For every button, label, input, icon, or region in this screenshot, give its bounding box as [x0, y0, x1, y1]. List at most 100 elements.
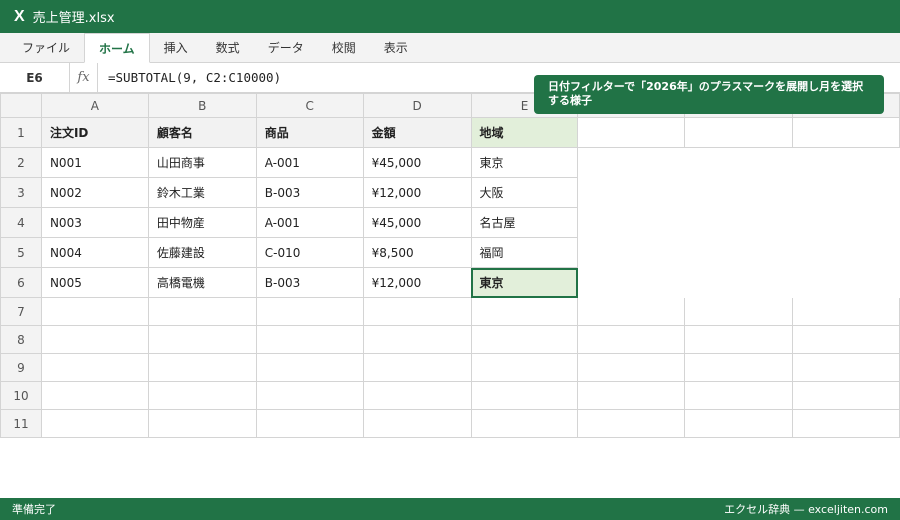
cell[interactable] — [792, 409, 900, 438]
tab-review[interactable]: 校閲 — [318, 32, 370, 62]
cell[interactable] — [684, 297, 794, 326]
cell[interactable] — [40, 381, 149, 410]
formula-input[interactable]: =SUBTOTAL(9, C2:C10000) — [98, 70, 281, 85]
row-header-7[interactable]: 7 — [0, 297, 42, 326]
cell[interactable] — [792, 117, 900, 148]
cell[interactable] — [147, 409, 257, 438]
cell[interactable] — [792, 207, 900, 238]
cell[interactable] — [792, 267, 900, 298]
cell[interactable] — [470, 409, 579, 438]
cell[interactable] — [40, 297, 149, 326]
cell[interactable]: ¥12,000 — [362, 267, 472, 298]
cell[interactable] — [255, 353, 364, 382]
cell[interactable] — [362, 409, 472, 438]
cell[interactable] — [40, 325, 149, 354]
cell[interactable]: B-003 — [255, 177, 364, 208]
cell[interactable]: N001 — [40, 147, 149, 178]
cell[interactable] — [470, 297, 579, 326]
cell[interactable]: N005 — [40, 267, 149, 298]
cell[interactable] — [577, 237, 685, 268]
cell[interactable]: C-010 — [255, 237, 364, 268]
tab-data[interactable]: データ — [254, 32, 318, 62]
row-header-1[interactable]: 1 — [0, 117, 42, 148]
row-header-5[interactable]: 5 — [0, 237, 42, 268]
row-header-3[interactable]: 3 — [0, 177, 42, 208]
fx-icon[interactable]: fx — [70, 62, 98, 93]
cell[interactable]: 福岡 — [470, 237, 579, 268]
column-header-b[interactable]: B — [147, 93, 257, 118]
cell[interactable] — [684, 267, 793, 298]
cell[interactable] — [684, 381, 794, 410]
row-header-6[interactable]: 6 — [0, 267, 42, 298]
cell[interactable] — [255, 381, 364, 410]
cell[interactable] — [792, 353, 900, 382]
cell[interactable]: ¥45,000 — [362, 147, 472, 178]
selected-cell-e6[interactable]: 東京 — [470, 267, 579, 298]
cell[interactable] — [255, 297, 364, 326]
column-header-d[interactable]: D — [362, 93, 472, 118]
row-header-2[interactable]: 2 — [0, 147, 42, 178]
cell[interactable] — [792, 237, 900, 268]
tab-formulas[interactable]: 数式 — [202, 32, 254, 62]
cell[interactable]: 東京 — [470, 147, 579, 178]
cell[interactable]: 鈴木工業 — [147, 177, 257, 208]
row-header-8[interactable]: 8 — [0, 325, 42, 354]
cell[interactable] — [684, 353, 794, 382]
cell[interactable]: ¥12,000 — [362, 177, 472, 208]
cell[interactable]: N003 — [40, 207, 149, 238]
cell[interactable] — [792, 177, 900, 208]
cell[interactable]: B-003 — [255, 267, 364, 298]
column-header-c[interactable]: C — [255, 93, 364, 118]
cell[interactable] — [684, 147, 793, 178]
name-box[interactable]: E6 — [0, 62, 70, 93]
cell[interactable]: N004 — [40, 237, 149, 268]
cell[interactable] — [577, 325, 686, 354]
cell[interactable] — [40, 409, 149, 438]
cell[interactable] — [684, 117, 794, 148]
header-cell-product[interactable]: 商品 — [255, 117, 364, 148]
cell[interactable] — [577, 207, 685, 238]
cell[interactable] — [362, 297, 472, 326]
cell[interactable] — [684, 409, 794, 438]
cell[interactable]: A-001 — [255, 207, 364, 238]
cell[interactable] — [147, 325, 257, 354]
cell[interactable] — [792, 147, 900, 178]
cell[interactable] — [147, 353, 257, 382]
row-header-9[interactable]: 9 — [0, 353, 42, 382]
cell[interactable] — [362, 325, 472, 354]
cell[interactable]: 大阪 — [470, 177, 579, 208]
tab-home[interactable]: ホーム — [84, 33, 150, 63]
cell[interactable] — [577, 117, 686, 148]
cell[interactable] — [470, 353, 579, 382]
cell[interactable] — [40, 353, 149, 382]
cell[interactable] — [147, 381, 257, 410]
cell[interactable] — [684, 177, 793, 208]
cell[interactable]: 佐藤建設 — [147, 237, 257, 268]
column-header-a[interactable]: A — [40, 93, 149, 118]
cell[interactable]: N002 — [40, 177, 149, 208]
cell[interactable] — [577, 177, 685, 208]
cell[interactable] — [577, 147, 685, 178]
cell[interactable]: ¥45,000 — [362, 207, 472, 238]
cell[interactable] — [147, 297, 257, 326]
cell[interactable] — [577, 381, 686, 410]
cell[interactable] — [470, 381, 579, 410]
cell[interactable] — [792, 297, 900, 326]
select-all-corner[interactable] — [0, 93, 42, 118]
tab-file[interactable]: ファイル — [8, 32, 84, 62]
cell[interactable] — [255, 325, 364, 354]
cell[interactable] — [792, 381, 900, 410]
header-cell-order-id[interactable]: 注文ID — [40, 117, 149, 148]
row-header-4[interactable]: 4 — [0, 207, 42, 238]
tab-view[interactable]: 表示 — [370, 32, 422, 62]
cell[interactable] — [577, 409, 686, 438]
row-header-11[interactable]: 11 — [0, 409, 42, 438]
header-cell-amount[interactable]: 金額 — [362, 117, 472, 148]
row-header-10[interactable]: 10 — [0, 381, 42, 410]
cell[interactable] — [577, 297, 686, 326]
cell[interactable] — [577, 267, 685, 298]
cell[interactable] — [792, 325, 900, 354]
cell[interactable] — [684, 237, 793, 268]
cell[interactable] — [362, 353, 472, 382]
cell[interactable] — [684, 207, 793, 238]
